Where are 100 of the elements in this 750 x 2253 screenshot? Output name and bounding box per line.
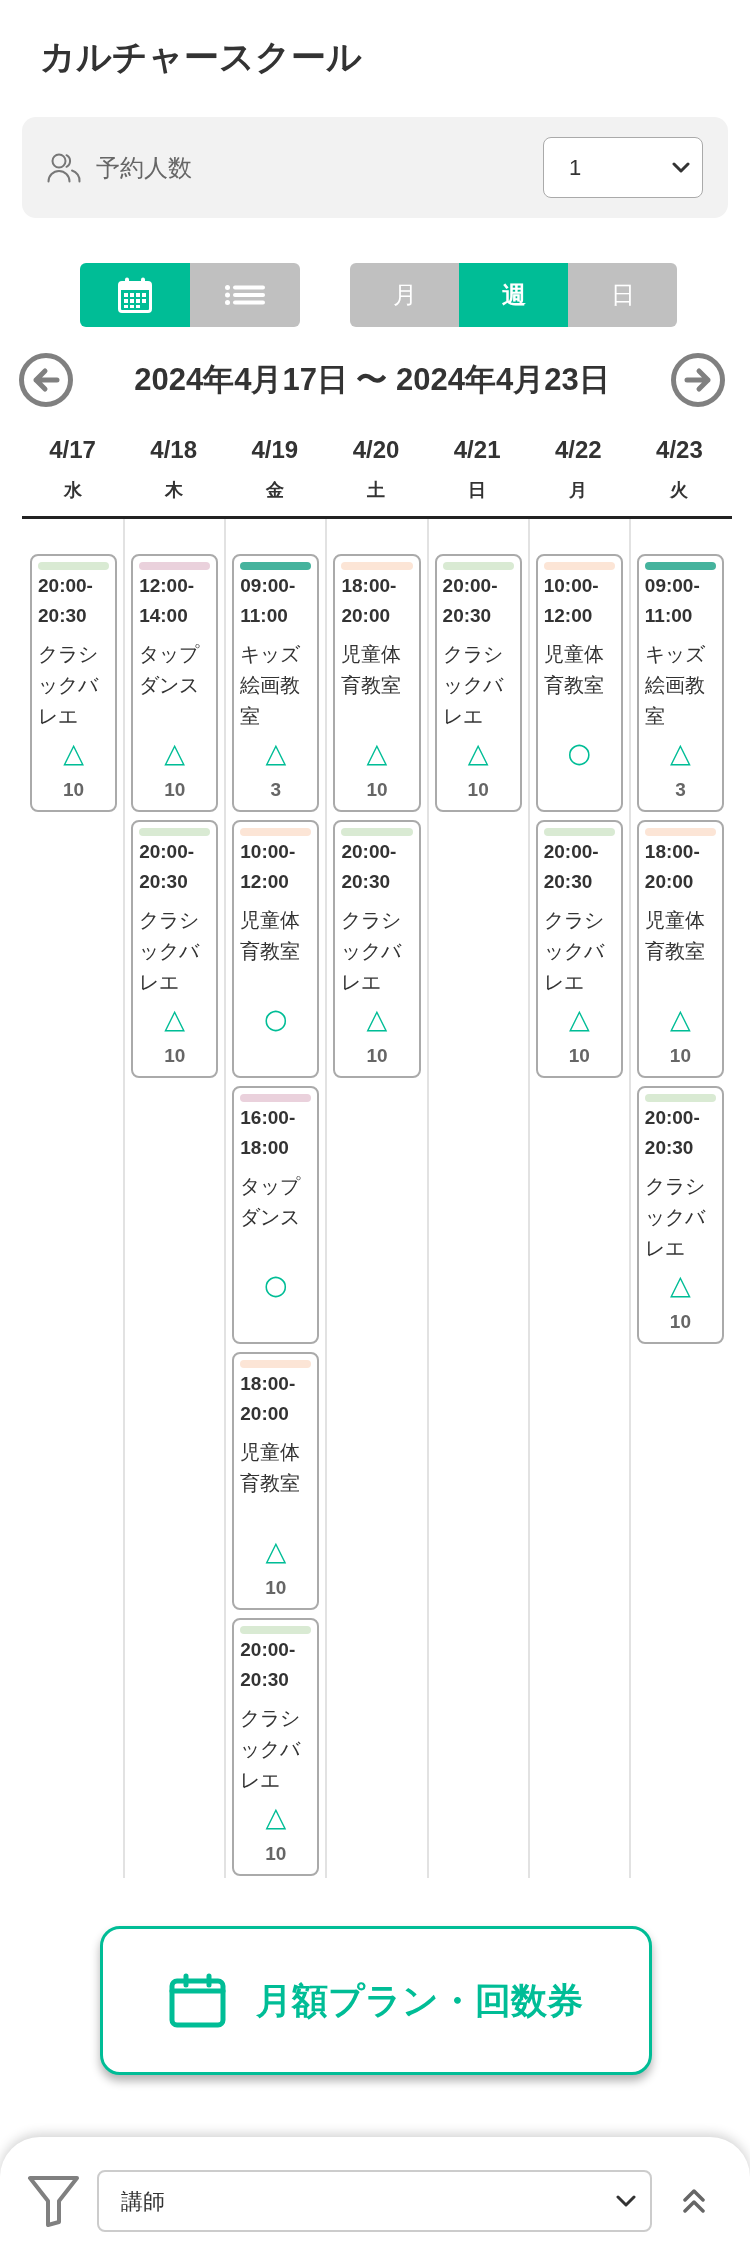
chevron-down-icon: [672, 161, 690, 174]
lesson-name: 児童体育教室: [644, 908, 706, 964]
day-date: 4/21: [453, 435, 501, 465]
day-weekday: 水: [63, 479, 82, 502]
lesson-time: 10:00-12:00: [240, 840, 297, 894]
chevron-down-icon: [616, 2194, 636, 2208]
lesson-time: 09:00-11:00: [240, 574, 297, 628]
lesson-card[interactable]: 10:00-12:00 児童体育教室 ○: [535, 554, 623, 812]
filter-icon[interactable]: [27, 2175, 80, 2227]
list-icon: [225, 285, 265, 305]
lesson-name: キッズ絵画教室: [240, 642, 302, 729]
availability-symbol: △: [670, 1007, 691, 1031]
day-date: 4/18: [150, 435, 198, 465]
availability-symbol: △: [265, 741, 287, 765]
lesson-card[interactable]: 20:00-20:30 クラシックバレエ △ 10: [636, 1086, 724, 1344]
lesson-time: 18:00-20:00: [644, 840, 701, 894]
people-icon: [47, 152, 81, 183]
day-date: 4/20: [352, 435, 400, 465]
lesson-count: 10: [568, 1044, 590, 1068]
lesson-card[interactable]: 10:00-12:00 児童体育教室 ○: [232, 820, 320, 1078]
availability-symbol: △: [164, 1007, 186, 1031]
lesson-name: クラシックバレエ: [341, 908, 403, 995]
lesson-time: 20:00-20:30: [644, 1106, 701, 1160]
lesson-time: 20:00-20:30: [38, 574, 94, 628]
lesson-count: 3: [270, 778, 282, 802]
availability-symbol: △: [164, 741, 186, 765]
lesson-card[interactable]: 18:00-20:00 児童体育教室 △ 10: [232, 1352, 320, 1610]
availability-symbol: △: [265, 1539, 287, 1563]
lesson-name: クラシックバレエ: [38, 642, 100, 729]
lesson-name: クラシックバレエ: [442, 642, 505, 729]
lesson-card[interactable]: 20:00-20:30 クラシックバレエ △ 10: [535, 820, 623, 1078]
lesson-time: 18:00-20:00: [240, 1372, 297, 1426]
lesson-card[interactable]: 20:00-20:30 クラシックバレエ △ 10: [131, 820, 219, 1078]
lesson-count: 10: [366, 778, 388, 802]
lesson-name: クラシックバレエ: [139, 908, 201, 995]
day-weekday: 木: [164, 479, 183, 502]
availability-symbol: △: [670, 1273, 691, 1297]
calendar-icon: [169, 1973, 226, 2028]
lesson-card[interactable]: 20:00-20:30 クラシックバレエ △ 10: [30, 554, 118, 812]
date-range-title: 2024年4月17日 〜 2024年4月23日: [134, 361, 610, 399]
lesson-count: 10: [265, 1842, 287, 1866]
lesson-name: キッズ絵画教室: [644, 642, 706, 729]
lesson-time: 18:00-20:00: [341, 574, 398, 628]
lesson-time: 12:00-14:00: [139, 574, 196, 628]
lesson-card[interactable]: 20:00-20:30 クラシックバレエ △ 10: [333, 820, 421, 1078]
lesson-name: 児童体育教室: [240, 1440, 302, 1496]
lesson-time: 16:00-18:00: [240, 1106, 297, 1160]
lesson-time: 20:00-20:30: [139, 840, 196, 894]
availability-symbol: △: [366, 1007, 388, 1031]
lesson-name: クラシックバレエ: [644, 1174, 707, 1261]
lesson-name: クラシックバレエ: [240, 1706, 302, 1793]
day-weekday: 土: [367, 479, 385, 502]
day-weekday: 日: [468, 479, 487, 502]
day-date: 4/23: [656, 435, 703, 465]
lesson-count: 10: [467, 778, 489, 802]
lesson-count: 10: [63, 778, 85, 802]
day-date: 4/17: [49, 435, 96, 465]
lesson-card[interactable]: 16:00-18:00 タップダンス ○: [232, 1086, 320, 1344]
lesson-card[interactable]: 20:00-20:30 クラシックバレエ △ 10: [434, 554, 522, 812]
lesson-name: クラシックバレエ: [543, 908, 606, 995]
day-date: 4/19: [251, 435, 299, 465]
day-weekday: 火: [670, 479, 689, 502]
availability-symbol: △: [366, 741, 388, 765]
instructor-select[interactable]: 講師: [97, 2170, 652, 2232]
lesson-time: 20:00-20:30: [442, 574, 499, 628]
lesson-name: タップダンス: [139, 642, 201, 698]
lesson-card[interactable]: 12:00-14:00 タップダンス △ 10: [131, 554, 219, 812]
lesson-time: 10:00-12:00: [543, 574, 600, 628]
lesson-count: 10: [265, 1576, 287, 1600]
lesson-time: 20:00-20:30: [543, 840, 600, 894]
availability-symbol: △: [467, 741, 489, 765]
page-title: カルチャースクール: [40, 36, 362, 78]
lesson-time: 09:00-11:00: [644, 574, 701, 628]
lesson-card[interactable]: 09:00-11:00 キッズ絵画教室 △ 3: [232, 554, 320, 812]
party-size-label: 予約人数: [96, 152, 192, 183]
availability-symbol: △: [63, 741, 84, 765]
lesson-count: 10: [164, 778, 186, 802]
availability-symbol: ○: [567, 741, 592, 765]
calendar-icon: [117, 277, 153, 313]
lesson-count: 10: [669, 1310, 691, 1334]
party-size-select[interactable]: 1: [543, 137, 703, 198]
view-toggle-button[interactable]: [80, 263, 190, 327]
double-chevron-up-icon[interactable]: [683, 2188, 705, 2214]
lesson-count: 10: [366, 1044, 388, 1068]
lesson-card[interactable]: 20:00-20:30 クラシックバレエ △ 10: [232, 1618, 320, 1876]
lesson-card[interactable]: 18:00-20:00 児童体育教室 △ 10: [333, 554, 421, 812]
lesson-name: 児童体育教室: [240, 908, 302, 964]
lesson-time: 20:00-20:30: [240, 1638, 297, 1692]
day-weekday: 月: [569, 479, 588, 502]
lesson-card[interactable]: 09:00-11:00 キッズ絵画教室 △ 3: [636, 554, 724, 812]
availability-symbol: △: [568, 1007, 590, 1031]
lesson-count: 3: [675, 778, 686, 802]
availability-symbol: △: [670, 741, 691, 765]
day-weekday: 金: [265, 479, 284, 502]
lesson-count: 10: [669, 1044, 691, 1068]
lesson-card[interactable]: 18:00-20:00 児童体育教室 △ 10: [636, 820, 724, 1078]
lesson-name: タップダンス: [240, 1174, 302, 1230]
availability-symbol: ○: [264, 1007, 288, 1031]
lesson-count: 10: [164, 1044, 186, 1068]
view-toggle-button[interactable]: [190, 263, 300, 327]
